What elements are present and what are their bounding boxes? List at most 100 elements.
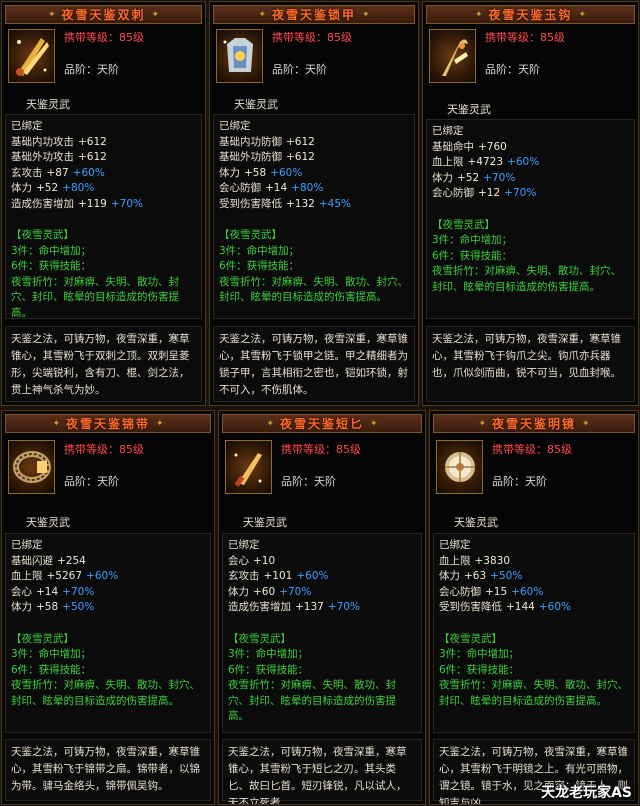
item-title: 夜雪天鉴玉钩 [488,8,573,22]
item-grade: 品阶：天阶 [272,63,327,76]
star-icon: ✦ [156,418,164,429]
carry-level: 携带等级：85级 [492,443,572,456]
stat-row: 会心防御 +14 +80% [219,182,324,194]
set-skill-desc: 夜雪折竹：对麻痹、失明、散功、封穴、封印、眩晕的目标造成的伤害提高。 [432,265,621,293]
star-icon: ✦ [362,9,370,20]
item-grade: 品阶：天阶 [64,475,119,488]
item-lore: 天鉴之法，可铸万物，夜雪深重，寒草锥心，其雪粉飞于钩爪之尖。钩爪亦兵器也，爪似剑… [426,326,635,402]
star-icon: ✦ [266,418,274,429]
card-title-bar: ✦ 夜雪天鉴玉钩 ✦ [426,5,635,24]
stat-row: 体力 +52 +80% [11,182,95,194]
star-icon: ✦ [258,9,266,20]
belt-icon [8,440,55,494]
carry-level: 携带等级：85级 [272,31,352,44]
stat-row: 体力 +60 +70% [228,585,312,598]
stat-row: 基础内功攻击 +612 [11,135,107,148]
stats-panel: 已绑定 基础内功防御 +612 基础外功防御 +612 体力 +58 +60% 会心防御… [213,114,415,319]
item-title: 夜雪天鉴明镜 [491,417,576,431]
stat-row: 基础外功防御 +612 [219,151,315,163]
item-card-brocade-belt: ✦ 夜雪天鉴锦带 ✦ 携带等级：85级 品阶：天阶 天鉴灵武 已绑定 基础闪避 +… [1,410,215,805]
item-title: 夜雪天鉴短匕 [279,417,364,431]
bound-status: 已绑定 [432,125,464,137]
stat-row: 血上限 +4723 +60% [432,156,540,168]
set-bonus-6: 6件：获得技能： [11,663,92,676]
star-icon: ✦ [478,418,486,429]
stat-row: 受到伤害降低 +144 +60% [439,601,571,613]
item-category: 天鉴灵武 [454,516,498,529]
stat-row: 体力 +58 +60% [219,166,303,179]
star-icon: ✦ [151,9,160,20]
item-grade: 品阶：天阶 [281,475,336,488]
card-title-bar: ✦ 夜雪天鉴明镜 ✦ [433,414,635,433]
item-grade: 品阶：天阶 [492,475,547,488]
item-lore: 天鉴之法，可铸万物，夜雪深重，寒草锥心，其雪粉飞于锦带之扇。锦带者，以锦为带。骕… [5,739,211,801]
stat-row: 会心 +10 [228,554,276,567]
star-icon: ✦ [474,9,483,20]
stat-row: 基础内功防御 +612 [219,135,315,148]
set-bonus-6: 6件：获得技能： [11,260,92,272]
stat-row: 会心防御 +15 +60% [439,585,544,598]
stat-row: 血上限 +5267 +60% [11,570,119,582]
star-icon: ✦ [370,418,378,429]
stat-row: 玄攻击 +101 +60% [228,570,329,582]
set-bonus-6: 6件：获得技能： [219,260,300,272]
item-category: 天鉴灵武 [447,103,491,116]
item-category: 天鉴灵武 [234,98,278,111]
stats-panel: 已绑定 基础内功攻击 +612 基础外功攻击 +612 玄攻击 +87 +60% 体力 +… [5,114,202,319]
stat-row: 基础外功攻击 +612 [11,151,107,163]
item-lore: 天鉴之法，可铸万物，夜雪深重，寒草锥心，其雪粉飞于短匕之刃。其头类匕、故曰匕首。… [222,739,422,804]
item-category: 天鉴灵武 [26,98,70,111]
armor-icon [216,29,263,83]
stats-panel: 已绑定 基础闪避 +254 血上限 +5267 +60% 会心 +14 +70% 体力 +5… [5,533,211,733]
star-icon: ✦ [582,418,590,429]
item-lore: 天鉴之法，可铸万物，夜雪深重，寒草锥心，其雪粉飞于锁甲之链。甲之精细者为锁子甲，… [213,326,415,402]
stat-row: 会心防御 +12 +70% [432,187,537,199]
bound-status: 已绑定 [11,120,43,132]
item-card-short-dagger: ✦ 夜雪天鉴短匕 ✦ 携带等级：85级 品阶：天阶 天鉴灵武 已绑定 会心 +10… [218,410,426,805]
carry-level: 携带等级：85级 [64,31,144,44]
star-icon: ✦ [578,9,587,20]
bound-status: 已绑定 [228,539,260,551]
stat-row: 体力 +63 +50% [439,570,523,582]
set-title: 【夜雪灵武】 [432,218,495,231]
twin-daggers-icon [8,29,55,83]
stats-panel: 已绑定 会心 +10 玄攻击 +101 +60% 体力 +60 +70% 造成伤害增加 +1… [222,533,422,733]
set-title: 【夜雪灵武】 [11,229,74,241]
stat-row: 体力 +58 +50% [11,601,95,613]
item-grade: 品阶：天阶 [64,63,119,76]
set-title: 【夜雪灵武】 [228,632,291,645]
set-bonus-6: 6件：获得技能： [432,249,513,262]
set-skill-desc: 夜雪折竹：对麻痹、失明、散功、封穴、封印、眩晕的目标造成的伤害提高。 [219,275,408,304]
set-bonus-3: 3件：命中增加； [11,244,92,257]
bound-status: 已绑定 [439,539,471,551]
card-title-bar: ✦ 夜雪天鉴锁甲 ✦ [213,5,415,24]
stats-panel: 已绑定 血上限 +3830 体力 +63 +50% 会心防御 +15 +60% 受到伤害降… [433,533,635,733]
stat-row: 基础闪避 +254 [11,554,86,567]
set-skill-desc: 夜雪折竹：对麻痹、失明、散功、封穴、封印、眩晕的目标造成的伤害提高。 [11,679,200,707]
card-title-bar: ✦ 夜雪天鉴双刺 ✦ [5,5,202,24]
set-skill-desc: 夜雪折竹：对麻痹、失明、散功、封穴、封印、眩晕的目标造成的伤害提高。 [439,679,628,707]
set-title: 【夜雪灵武】 [219,229,282,241]
stat-row: 玄攻击 +87 +60% [11,166,105,179]
card-title-bar: ✦ 夜雪天鉴短匕 ✦ [222,414,422,433]
card-title-bar: ✦ 夜雪天鉴锦带 ✦ [5,414,211,433]
item-card-jade-hook: ✦ 夜雪天鉴玉钩 ✦ 携带等级：85级 品阶：天阶 天鉴灵武 已绑定 基础命中 +… [422,1,639,406]
stat-row: 造成伤害增加 +119 +70% [11,197,143,210]
bound-status: 已绑定 [219,120,251,132]
item-title: 夜雪天鉴双刺 [61,8,146,22]
stat-row: 造成伤害增加 +137 +70% [228,601,360,613]
item-card-twin-daggers: ✦ 夜雪天鉴双刺 ✦ 携带等级：85级 品阶：天阶 天鉴灵武 已绑定 基础内功攻… [1,1,206,406]
star-icon: ✦ [52,418,60,429]
item-category: 天鉴灵武 [243,516,287,529]
carry-level: 携带等级：85级 [485,31,565,44]
item-category: 天鉴灵武 [26,516,70,529]
stat-row: 体力 +52 +70% [432,171,516,184]
set-bonus-3: 3件：命中增加； [439,648,520,660]
item-card-chain-armor: ✦ 夜雪天鉴锁甲 ✦ 携带等级：85级 品阶：天阶 天鉴灵武 已绑定 基础内功防… [209,1,419,406]
item-grade: 品阶：天阶 [485,63,540,76]
set-title: 【夜雪灵武】 [439,632,502,645]
short-dagger-icon [225,440,272,494]
carry-level: 携带等级：85级 [64,443,144,456]
stat-row: 会心 +14 +70% [11,585,95,598]
stats-panel: 已绑定 基础命中 +760 血上限 +4723 +60% 体力 +52 +70% 会心防御… [426,119,635,319]
